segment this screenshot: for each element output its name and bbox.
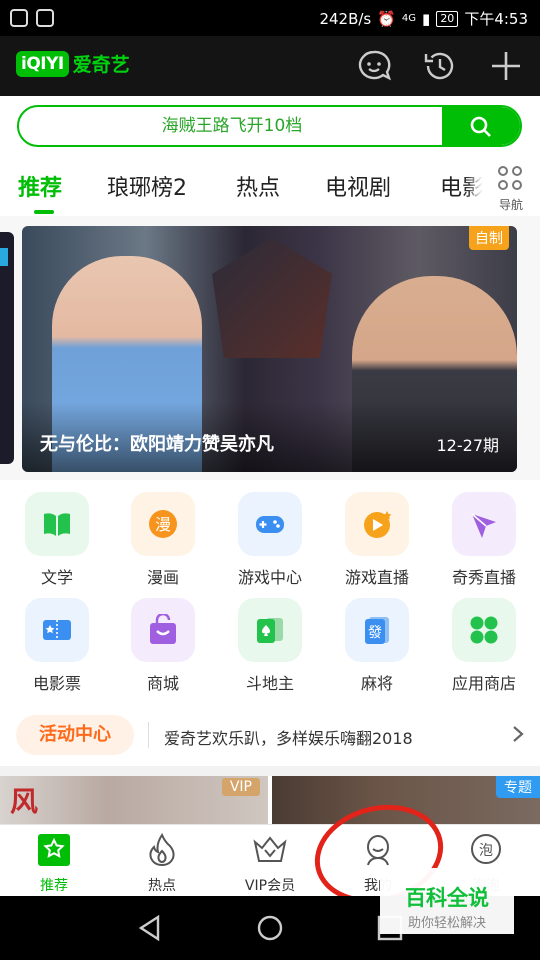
nav-label: 推荐 (40, 878, 68, 894)
notification-icon (10, 9, 28, 27)
watermark-subtitle: 助你轻松解决 (407, 916, 486, 931)
svg-text:發: 發 (368, 625, 382, 641)
activity-banner[interactable]: 活动中心 爱奇艺欢乐趴，多样娱乐嗨翻2018 (0, 704, 540, 766)
thumbnail-art: 风 (10, 785, 39, 818)
banner-prev-peek[interactable] (0, 232, 14, 464)
logo: iQIYI 爱奇艺 (16, 50, 130, 77)
bubble-icon: 泡 (471, 834, 501, 864)
signal-icon: ▮ (422, 9, 431, 28)
nav-item-hot[interactable]: 热点 (108, 825, 216, 897)
original-badge: 自制 (469, 226, 509, 250)
play-star-icon (364, 511, 392, 538)
content-thumbnails: 风 VIP 专题 (0, 776, 540, 824)
cards-icon (257, 618, 283, 643)
comic-icon: 漫 (149, 510, 177, 538)
mahjong-icon: 發 (365, 617, 389, 644)
grid-item-doudizhu[interactable]: 斗地主 (216, 586, 324, 693)
nav-label: 热点 (148, 878, 176, 894)
grid-item-game-live[interactable]: 游戏直播 (323, 480, 431, 587)
nav-item-recommend[interactable]: 推荐 (0, 825, 108, 897)
book-icon (44, 513, 70, 536)
nav-button[interactable]: 导航 (482, 158, 540, 216)
banner-episode: 12-27期 (436, 436, 500, 455)
thumbnail-vip[interactable]: 风 VIP (0, 776, 268, 824)
active-tab-indicator (34, 210, 54, 214)
home-icon[interactable] (256, 914, 284, 942)
battery: 20 (436, 10, 459, 27)
grid-label: 游戏直播 (344, 568, 409, 587)
channel-tabs: 推荐 琅琊榜2 热点 电视剧 电影 导航 (0, 158, 540, 216)
grid-label: 商城 (146, 674, 179, 693)
apps-icon (470, 616, 498, 644)
grid-label: 麻将 (360, 674, 393, 693)
grid-label: 漫画 (146, 568, 179, 587)
message-icon[interactable] (356, 48, 392, 84)
net-speed: 242B/s (319, 9, 372, 28)
status-bar: 242B/s ⏰ 4G ▮ 20 下午4:53 (0, 0, 540, 36)
grid-label: 电影票 (32, 674, 81, 693)
grid-item-mahjong[interactable]: 發 麻将 (323, 586, 431, 693)
search-input[interactable]: 海贼王路飞开10档 (19, 107, 445, 145)
grid-item-mall[interactable]: 商城 (109, 586, 217, 693)
tab-movies[interactable]: 电影 (440, 170, 484, 202)
nav-label: VIP会员 (244, 878, 296, 894)
tab-tv-series[interactable]: 电视剧 (325, 170, 391, 202)
banner-title: 无与伦比：欧阳靖力赞吴亦凡 (40, 434, 274, 455)
home-star-icon (38, 834, 70, 866)
history-icon[interactable] (422, 48, 458, 84)
status-left-icons (10, 9, 54, 27)
star-fan-icon (471, 513, 496, 538)
back-icon[interactable] (136, 914, 164, 942)
app-notification-icon (36, 9, 54, 27)
activity-text: 爱奇艺欢乐趴，多样娱乐嗨翻2018 (164, 729, 413, 748)
feature-grid: 文学 漫 漫画 游戏中心 游戏直播 奇秀直播 电影票 商城 斗地主 發 麻将 应… (0, 480, 540, 704)
banner-slide[interactable]: 自制 无与伦比：欧阳靖力赞吴亦凡 12-27期 (22, 226, 517, 472)
grid-item-app-store[interactable]: 应用商店 (430, 586, 538, 693)
app-header: iQIYI 爱奇艺 (0, 36, 540, 96)
vip-badge: VIP (221, 778, 260, 796)
nav-label: 导航 (498, 198, 523, 212)
plus-icon[interactable] (488, 48, 524, 84)
tab-hot[interactable]: 热点 (236, 170, 280, 202)
grid-label: 应用商店 (451, 674, 516, 693)
svg-text:漫: 漫 (155, 515, 171, 534)
logo-name: 爱奇艺 (72, 54, 130, 76)
grid-item-game-center[interactable]: 游戏中心 (216, 480, 324, 587)
search-button[interactable] (442, 107, 520, 145)
grid-item-comics[interactable]: 漫 漫画 (109, 480, 217, 587)
ticket-icon (43, 620, 71, 640)
svg-text:泡: 泡 (479, 843, 493, 859)
flame-icon (149, 833, 175, 867)
grid-label: 斗地主 (245, 674, 294, 693)
grid-label: 游戏中心 (237, 568, 302, 587)
search-bar[interactable]: 海贼王路飞开10档 (17, 105, 522, 147)
banner-image-guest (212, 238, 332, 358)
topic-badge: 专题 (496, 776, 540, 798)
grid-item-qixiu-live[interactable]: 奇秀直播 (430, 480, 538, 587)
bag-icon (150, 614, 176, 644)
nav-item-vip[interactable]: VIP会员 (216, 825, 324, 897)
tab-recommend[interactable]: 推荐 (18, 170, 62, 202)
signal-label: 4G (401, 13, 417, 24)
watermark: 百科全说 助你轻松解决 (380, 868, 514, 934)
logo-mark: iQIYI (16, 50, 69, 77)
status-right: 242B/s ⏰ 4G ▮ 20 下午4:53 (319, 8, 528, 29)
grid-item-literature[interactable]: 文学 (3, 480, 111, 587)
chevron-right-icon[interactable] (512, 726, 524, 742)
tab-langyabang2[interactable]: 琅琊榜2 (107, 170, 187, 202)
activity-center-badge[interactable]: 活动中心 (16, 715, 134, 755)
gamepad-icon (256, 516, 284, 533)
watermark-title: 百科全说 (405, 886, 489, 910)
search-area: 海贼王路飞开10档 (0, 96, 540, 158)
crown-icon (253, 836, 287, 862)
search-icon (470, 116, 491, 137)
grid-label: 文学 (40, 568, 73, 587)
clock: 下午4:53 (464, 10, 528, 28)
grid-item-movie-tickets[interactable]: 电影票 (3, 586, 111, 693)
alarm-icon: ⏰ (377, 9, 396, 28)
grid-label: 奇秀直播 (451, 568, 516, 587)
divider (148, 722, 149, 748)
grid-dots-icon (498, 166, 524, 192)
banner-carousel: 自制 无与伦比：欧阳靖力赞吴亦凡 12-27期 (0, 216, 540, 480)
